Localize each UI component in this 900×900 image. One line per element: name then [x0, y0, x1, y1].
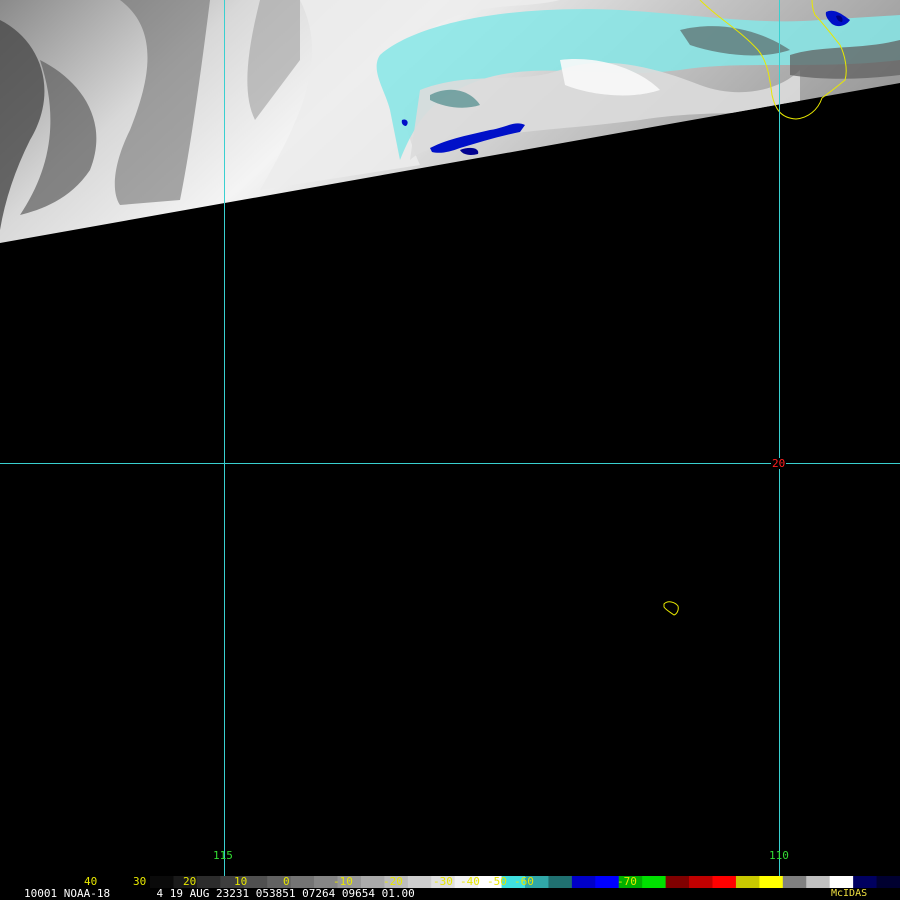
satellite-map [0, 0, 900, 900]
colorbar-segment [876, 876, 900, 888]
colorbar-tick-label: -20 [383, 875, 403, 888]
colorbar-tick-label: 30 [133, 875, 147, 888]
colorbar-segment [689, 876, 713, 888]
colorbar-tick-label: 20 [183, 875, 197, 888]
latitude-label-20: 20 [771, 457, 787, 470]
colorbar-tick-label: 10 [234, 875, 248, 888]
colorbar-segment [759, 876, 784, 888]
longitude-label-115: 115 [213, 849, 233, 862]
colorbar-segment [782, 876, 807, 888]
colorbar-segment [853, 876, 878, 888]
colorbar-segment [712, 876, 737, 888]
colorbar-segment [665, 876, 690, 888]
colorbar-segment [829, 876, 854, 888]
colorbar-segment [642, 876, 667, 888]
mcidas-brand: McIDAS [831, 888, 868, 899]
colorbar-segment [571, 876, 596, 888]
colorbar-tick-label: -70 [617, 875, 637, 888]
colorbar-tick-label: 0 [283, 875, 290, 888]
colorbar-tick-label: -50 [487, 875, 507, 888]
colorbar-segment [548, 876, 573, 888]
colorbar-segment [595, 876, 620, 888]
longitude-label-110: 110 [769, 849, 789, 862]
colorbar-tick-label: -40 [460, 875, 480, 888]
colorbar-segment [806, 876, 831, 888]
colorbar-tick-label: 40 [84, 875, 98, 888]
colorbar-tick-label: -30 [433, 875, 453, 888]
image-info-line: 10001 NOAA-18 4 19 AUG 23231 053851 0726… [24, 887, 415, 900]
colorbar-tick-label: -10 [333, 875, 353, 888]
colorbar-tick-label: -60 [514, 875, 534, 888]
colorbar-segment [735, 876, 760, 888]
